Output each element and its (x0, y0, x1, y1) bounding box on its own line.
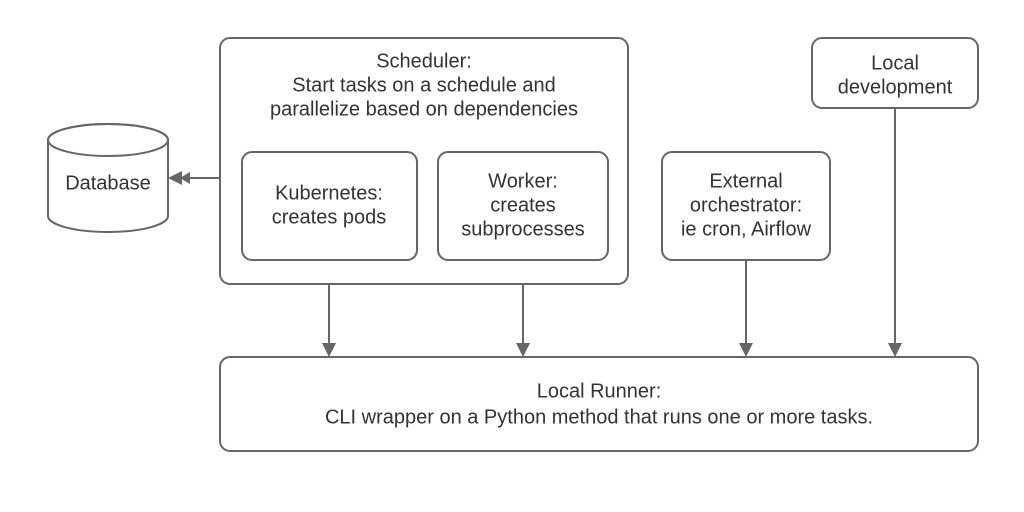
localrunner-line1: Local Runner: (537, 380, 662, 402)
scheduler-title: Scheduler: (376, 50, 472, 72)
arrow-localdev-to-localrunner (888, 108, 902, 357)
worker-line2: creates (490, 194, 556, 216)
worker-line3: subprocesses (461, 218, 584, 240)
local-runner-node: Local Runner: CLI wrapper on a Python me… (220, 357, 978, 451)
localrunner-line2: CLI wrapper on a Python method that runs… (325, 406, 873, 428)
arrow-kubernetes-to-localrunner (322, 284, 336, 357)
database-label: Database (65, 172, 151, 194)
scheduler-desc-2: parallelize based on dependencies (270, 98, 578, 120)
external-line2: orchestrator: (690, 194, 802, 216)
arrow-worker-to-localrunner (516, 284, 530, 357)
external-line3: ie cron, Airflow (681, 218, 812, 240)
localdev-line2: development (838, 76, 953, 98)
worker-line1: Worker: (488, 170, 558, 192)
scheduler-desc-1: Start tasks on a schedule and (292, 74, 556, 96)
kubernetes-node: Kubernetes: creates pods (242, 152, 417, 260)
database-node: Database (48, 124, 168, 232)
local-development-node: Local development (812, 38, 978, 108)
external-orchestrator-node: External orchestrator: ie cron, Airflow (662, 152, 830, 260)
localdev-line1: Local (871, 52, 919, 74)
arrow-scheduler-to-database (168, 171, 220, 185)
kubernetes-line1: Kubernetes: (275, 182, 383, 204)
worker-node: Worker: creates subprocesses (438, 152, 608, 260)
external-line1: External (709, 170, 782, 192)
kubernetes-line2: creates pods (272, 206, 387, 228)
architecture-diagram: Database Scheduler: Start tasks on a sch… (0, 0, 1024, 512)
arrow-external-to-localrunner (739, 260, 753, 357)
